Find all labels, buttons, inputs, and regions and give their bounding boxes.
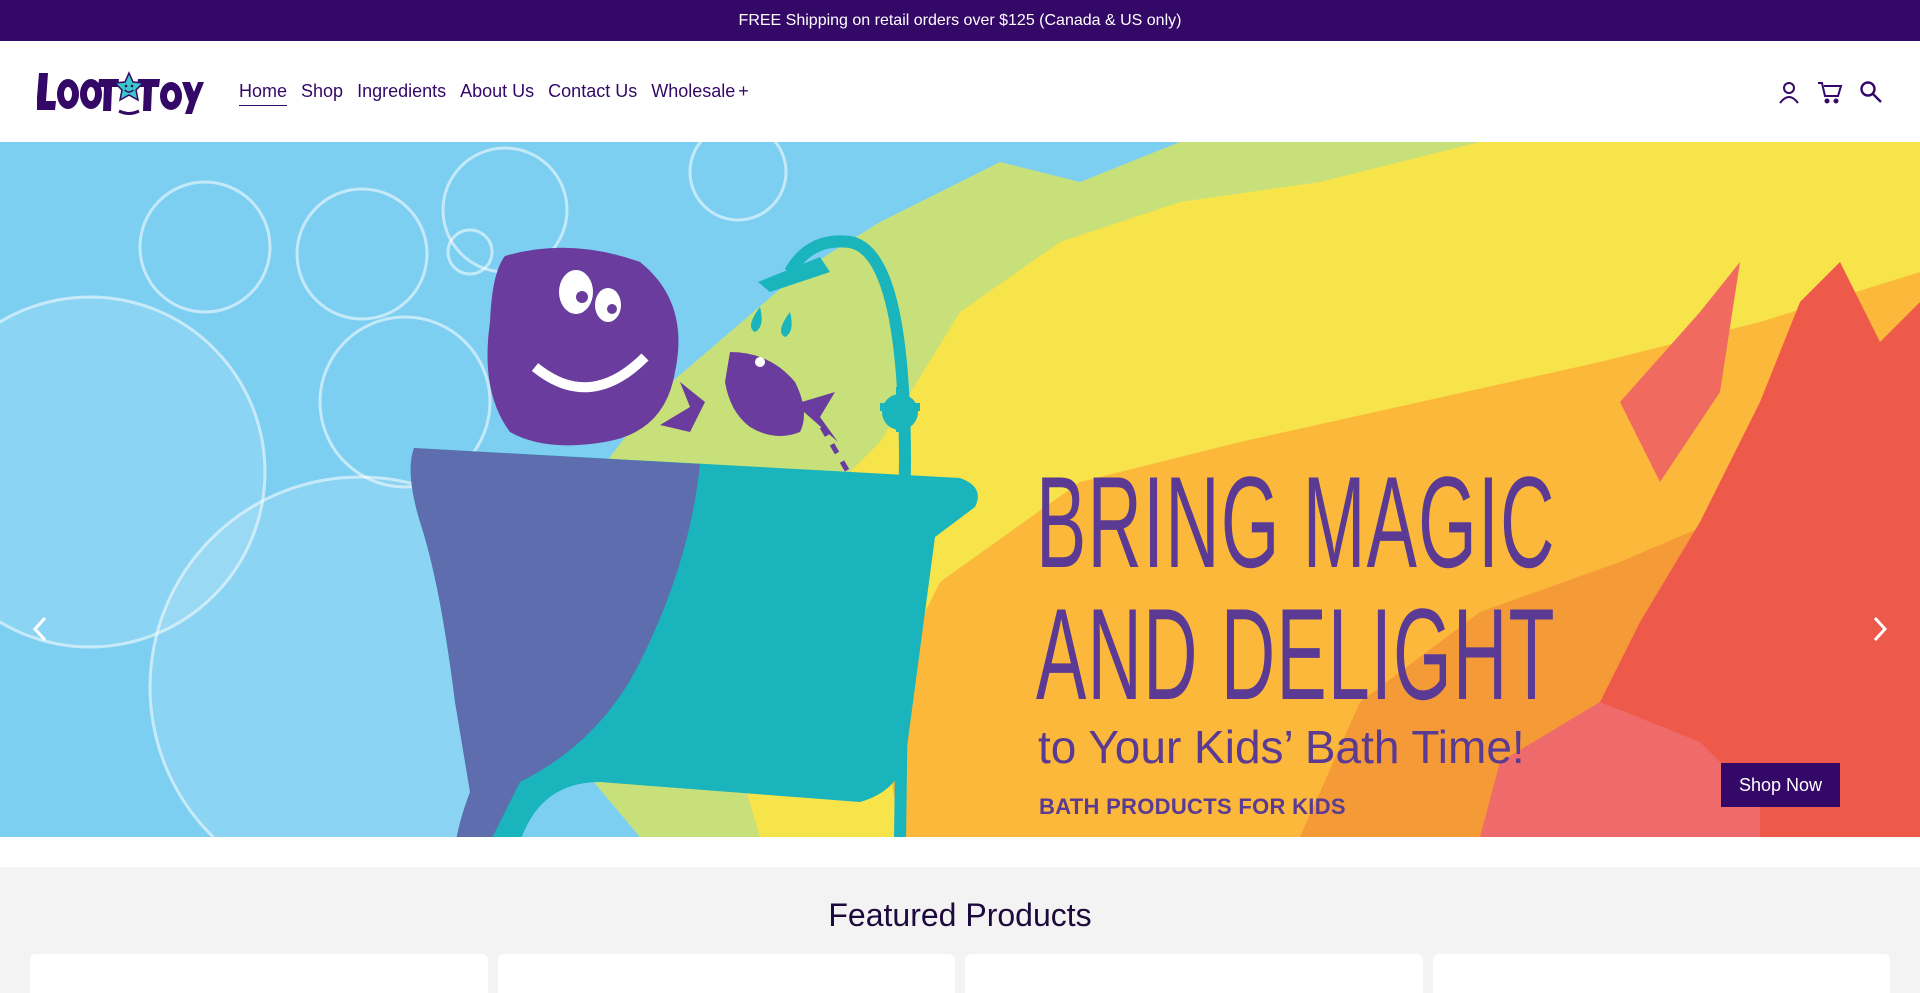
hero-subheadline: to Your Kids’ Bath Time! [1038, 721, 1525, 773]
nav-contact-us-label: Contact Us [548, 81, 638, 101]
nav-contact-us[interactable]: Contact Us [548, 75, 637, 108]
nav-ingredients[interactable]: Ingredients [357, 75, 446, 108]
nav-shop-label: Shop [301, 81, 344, 101]
chevron-left-icon[interactable] [23, 612, 57, 646]
featured-products-title: Featured Products [828, 897, 1092, 933]
product-card[interactable] [30, 954, 488, 993]
hero-illustration [0, 142, 1920, 837]
main-nav: Home Shop Ingredients About Us Contact U… [239, 75, 763, 108]
nav-ingredients-label: Ingredients [357, 81, 447, 101]
section-spacer [0, 837, 1920, 867]
nav-about-us-label: About Us [460, 81, 535, 101]
nav-shop[interactable]: Shop [301, 75, 343, 108]
featured-products-section: Featured Products [0, 867, 1920, 993]
product-card[interactable] [1432, 954, 1890, 993]
product-card-list [30, 954, 1890, 993]
hero-category: BATH PRODUCTS FOR KIDS [1039, 794, 1346, 819]
loot-toy-logo [37, 70, 204, 115]
search-icon[interactable] [1858, 79, 1884, 105]
nav-about-us[interactable]: About Us [460, 75, 534, 108]
announcement-bar: FREE Shipping on retail orders over $125… [0, 0, 1920, 41]
chevron-right-icon[interactable] [1863, 612, 1897, 646]
nav-home[interactable]: Home [239, 75, 288, 108]
nav-home-label: Home [239, 81, 288, 101]
hero-headline: BRING MAGIC AND DELIGHT [1036, 457, 1556, 721]
account-icon[interactable] [1776, 79, 1802, 105]
hero-headline-line2: AND DELIGHT [1036, 581, 1556, 727]
product-card[interactable] [497, 954, 955, 993]
announcement-text: FREE Shipping on retail orders over $125… [738, 11, 1182, 29]
site-logo[interactable] [37, 67, 204, 117]
nav-wholesale[interactable]: Wholesale + [651, 75, 749, 108]
shop-now-button[interactable]: Shop Now [1721, 763, 1840, 807]
plus-icon: + [738, 81, 749, 101]
product-card[interactable] [965, 954, 1423, 993]
cart-icon[interactable] [1817, 79, 1843, 105]
hero-headline-line1: BRING MAGIC [1036, 449, 1556, 595]
header-actions [1776, 79, 1884, 105]
nav-wholesale-label: Wholesale [651, 81, 736, 101]
site-header: Home Shop Ingredients About Us Contact U… [0, 41, 1920, 142]
hero-slideshow: BRING MAGIC AND DELIGHT to Your Kids’ Ba… [0, 142, 1920, 837]
